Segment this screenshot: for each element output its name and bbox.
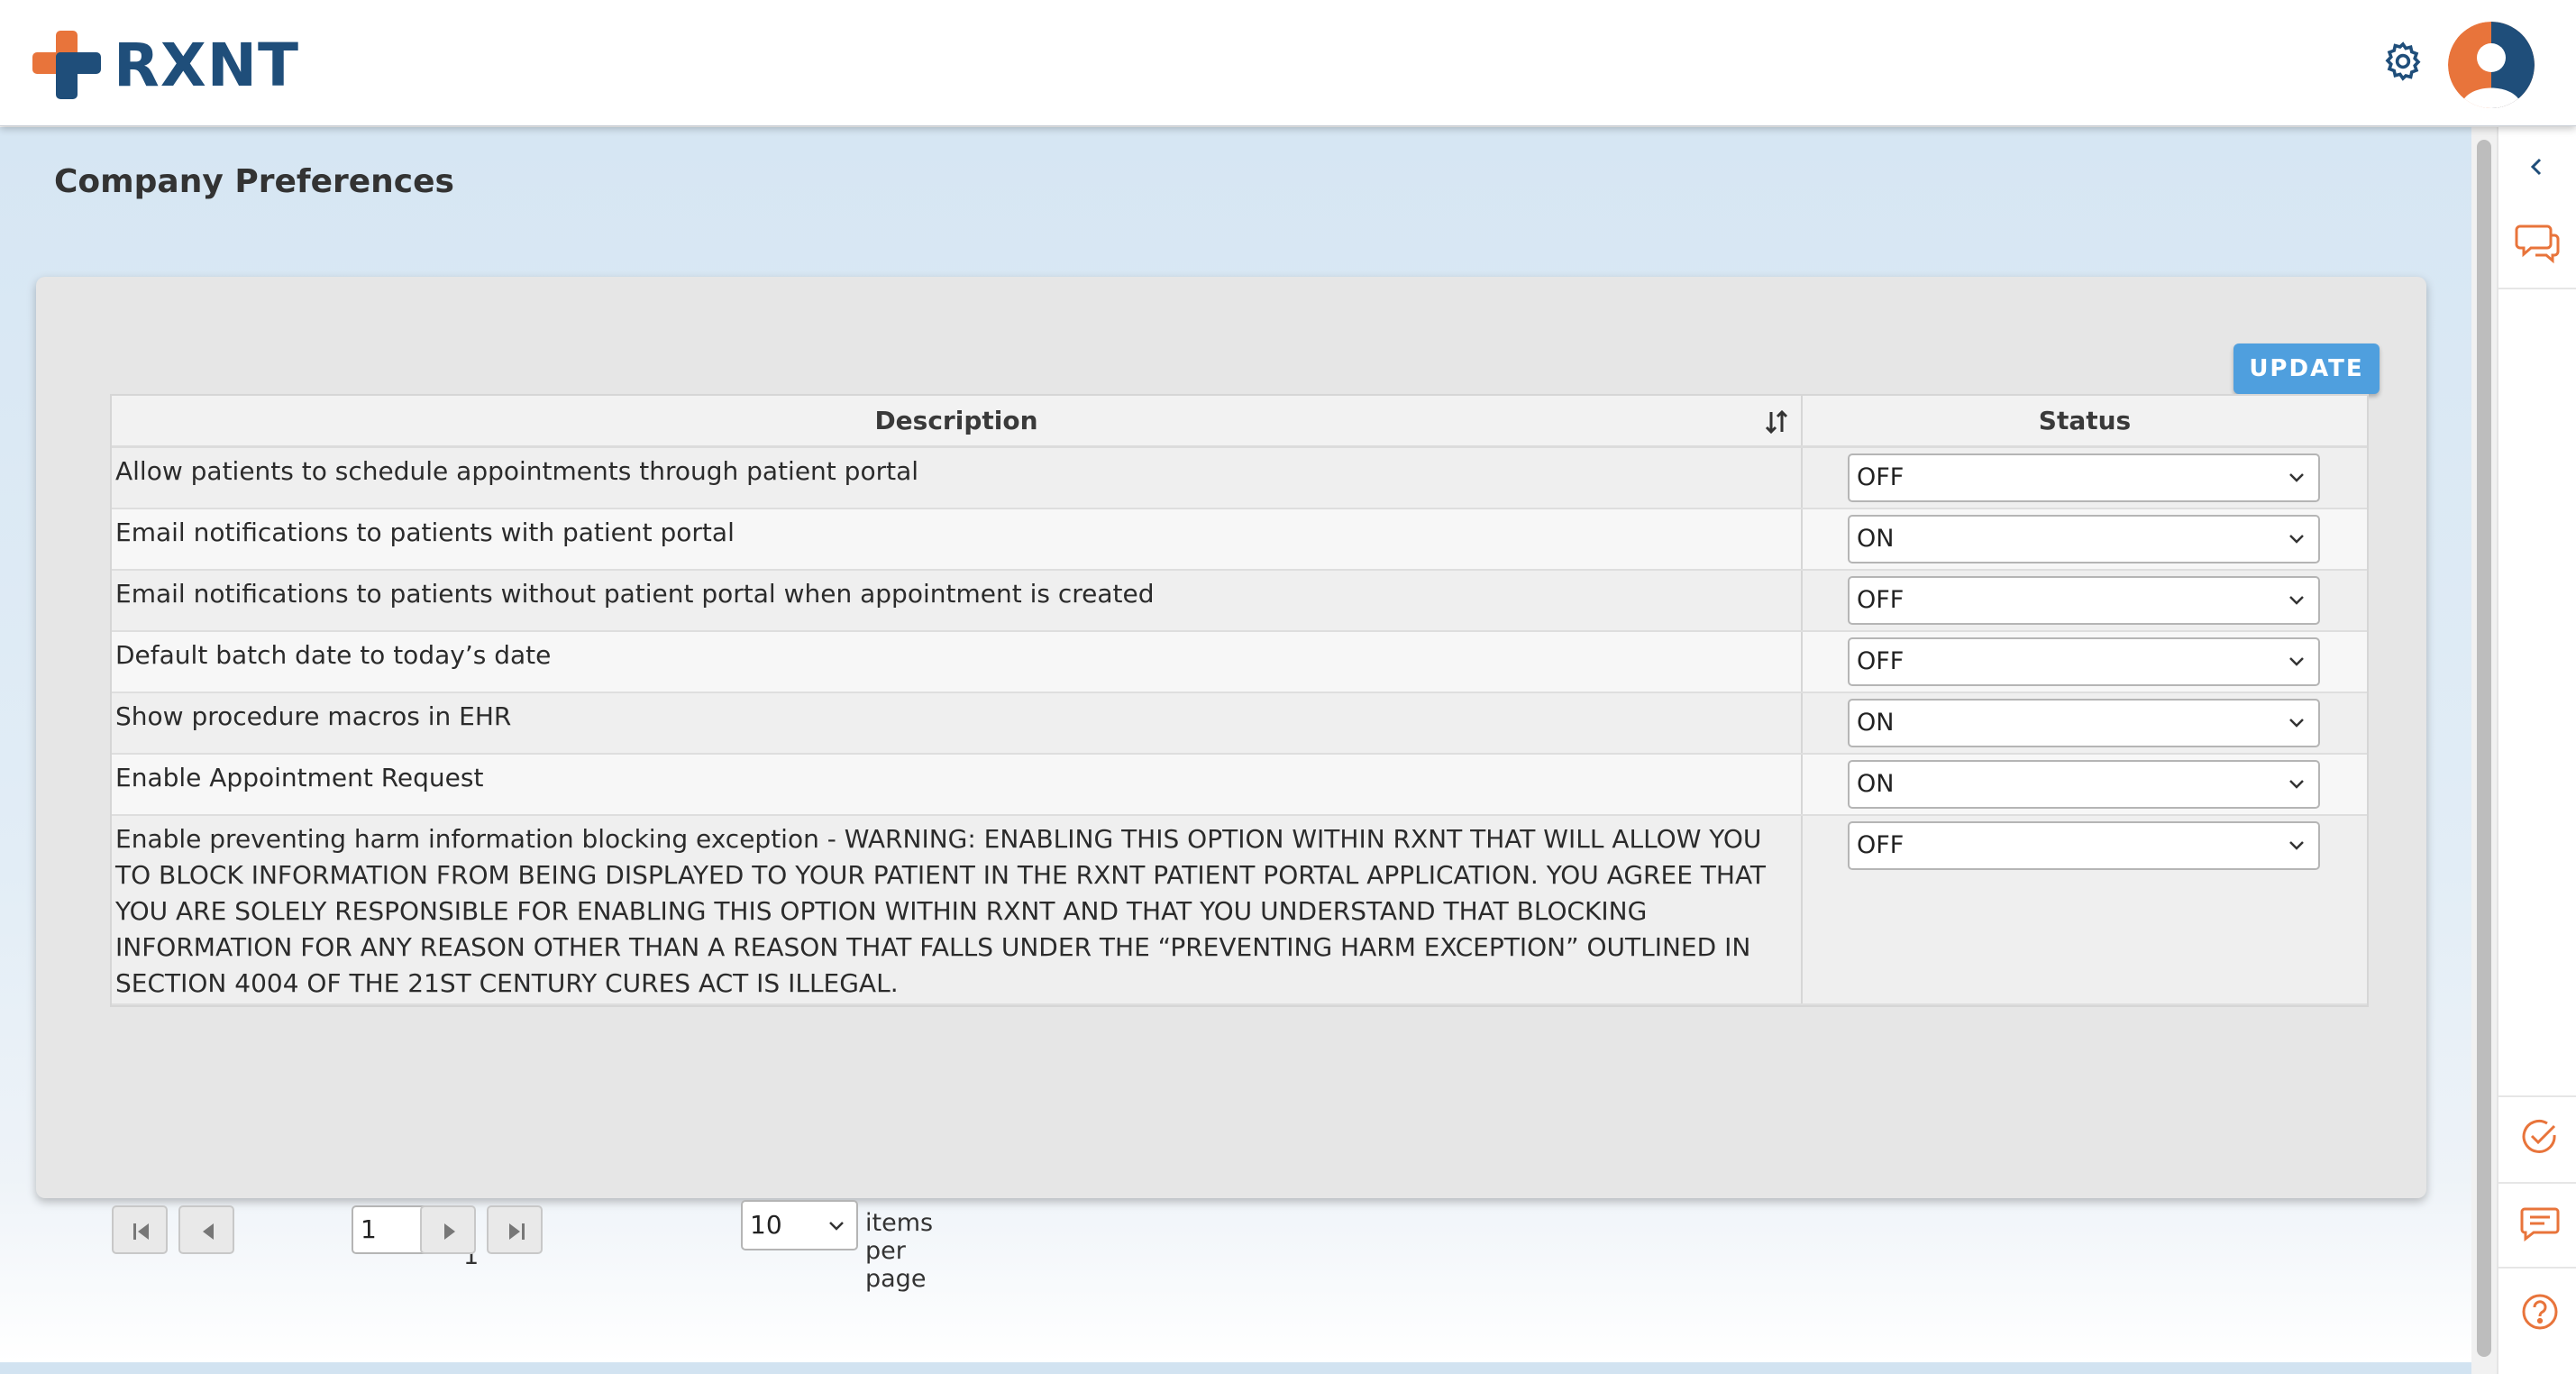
chevron-left-icon[interactable]	[2526, 156, 2547, 178]
status-value: ON	[1857, 709, 1895, 737]
first-page-button[interactable]	[112, 1205, 168, 1254]
table-row: Enable Appointment Request ON	[112, 755, 2367, 816]
rail-divider	[2498, 1182, 2576, 1184]
rail-divider	[2498, 1095, 2576, 1097]
prev-page-icon	[203, 1223, 214, 1240]
status-dropdown[interactable]: OFF	[1848, 821, 2320, 870]
row-description: Show procedure macros in EHR	[112, 693, 1803, 753]
user-avatar[interactable]	[2448, 22, 2535, 108]
grid-body: Allow patients to schedule appointments …	[112, 448, 2367, 1005]
chevron-down-icon	[2289, 596, 2304, 605]
row-description: Allow patients to schedule appointments …	[112, 448, 1803, 508]
row-description: Email notifications to patients without …	[112, 571, 1803, 630]
row-status-cell: ON	[1803, 509, 2367, 569]
column-header-status[interactable]: Status	[1803, 396, 2367, 445]
chevron-down-icon	[2289, 473, 2304, 482]
column-header-description-label: Description	[874, 406, 1038, 435]
chevron-down-icon	[2289, 841, 2304, 850]
sort-icon[interactable]	[1761, 407, 1792, 437]
status-value: OFF	[1857, 647, 1905, 675]
table-row: Enable preventing harm information block…	[112, 816, 2367, 1005]
chevron-down-icon	[2289, 719, 2304, 728]
last-page-icon	[509, 1223, 525, 1240]
preferences-card: UPDATE Description Status Allow patients…	[36, 277, 2426, 1293]
check-circle-icon[interactable]	[2520, 1117, 2560, 1157]
table-row: Default batch date to today’s date OFF	[112, 632, 2367, 693]
preferences-grid: Description Status Allow patients to sch…	[110, 394, 2369, 1007]
rxnt-logo[interactable]: RXNT	[32, 29, 299, 101]
bottom-strip	[0, 1362, 2471, 1374]
table-row: Allow patients to schedule appointments …	[112, 448, 2367, 509]
rxnt-cross-icon	[32, 31, 101, 99]
items-per-page-value: 10	[750, 1210, 782, 1240]
message-icon[interactable]	[2520, 1205, 2560, 1241]
status-dropdown[interactable]: ON	[1848, 699, 2320, 747]
first-page-icon	[133, 1223, 149, 1240]
help-icon[interactable]	[2520, 1292, 2560, 1332]
row-status-cell: OFF	[1803, 448, 2367, 508]
table-row: Email notifications to patients without …	[112, 571, 2367, 632]
table-row: Show procedure macros in EHR ON	[112, 693, 2367, 755]
chevron-down-icon	[2289, 657, 2304, 666]
row-description: Enable Appointment Request	[112, 755, 1803, 814]
status-dropdown[interactable]: OFF	[1848, 637, 2320, 686]
logo-text: RXNT	[114, 30, 299, 100]
row-status-cell: OFF	[1803, 632, 2367, 692]
items-per-page-label: items per page	[865, 1209, 934, 1293]
row-status-cell: OFF	[1803, 816, 2367, 1003]
column-header-status-label: Status	[2038, 406, 2132, 435]
status-value: ON	[1857, 525, 1895, 553]
status-value: OFF	[1857, 586, 1905, 614]
status-dropdown[interactable]: ON	[1848, 515, 2320, 563]
next-page-button[interactable]	[420, 1205, 476, 1254]
row-status-cell: ON	[1803, 693, 2367, 753]
table-row: Email notifications to patients with pat…	[112, 509, 2367, 571]
update-button[interactable]: UPDATE	[2233, 344, 2380, 394]
page-title: Company Preferences	[54, 163, 454, 200]
chevron-down-icon	[2289, 535, 2304, 544]
items-per-page-select[interactable]: 10	[741, 1200, 858, 1250]
last-page-button[interactable]	[487, 1205, 543, 1254]
row-description: Enable preventing harm information block…	[112, 816, 1803, 1003]
status-value: OFF	[1857, 463, 1905, 491]
grid-header: Description Status	[112, 396, 2367, 448]
column-header-description[interactable]: Description	[112, 396, 1803, 445]
status-value: OFF	[1857, 831, 1905, 859]
top-header: RXNT	[0, 0, 2576, 126]
status-dropdown[interactable]: ON	[1848, 760, 2320, 809]
chevron-down-icon	[2289, 780, 2304, 789]
status-dropdown[interactable]: OFF	[1848, 576, 2320, 625]
row-description: Email notifications to patients with pat…	[112, 509, 1803, 569]
scrollbar-thumb[interactable]	[2477, 140, 2491, 1357]
chevron-down-icon	[829, 1222, 844, 1231]
status-value: ON	[1857, 770, 1895, 798]
status-dropdown[interactable]: OFF	[1848, 453, 2320, 502]
rail-divider	[2498, 288, 2576, 289]
row-status-cell: ON	[1803, 755, 2367, 814]
gear-icon[interactable]	[2381, 40, 2425, 83]
vertical-scrollbar[interactable]	[2471, 127, 2497, 1374]
prev-page-button[interactable]	[178, 1205, 234, 1254]
chat-icon[interactable]	[2515, 221, 2562, 266]
main-content: Company Preferences UPDATE Description S…	[0, 127, 2471, 1362]
rail-divider	[2498, 1267, 2576, 1269]
row-status-cell: OFF	[1803, 571, 2367, 630]
row-description: Default batch date to today’s date	[112, 632, 1803, 692]
right-rail	[2497, 127, 2576, 1374]
next-page-icon	[444, 1223, 455, 1240]
